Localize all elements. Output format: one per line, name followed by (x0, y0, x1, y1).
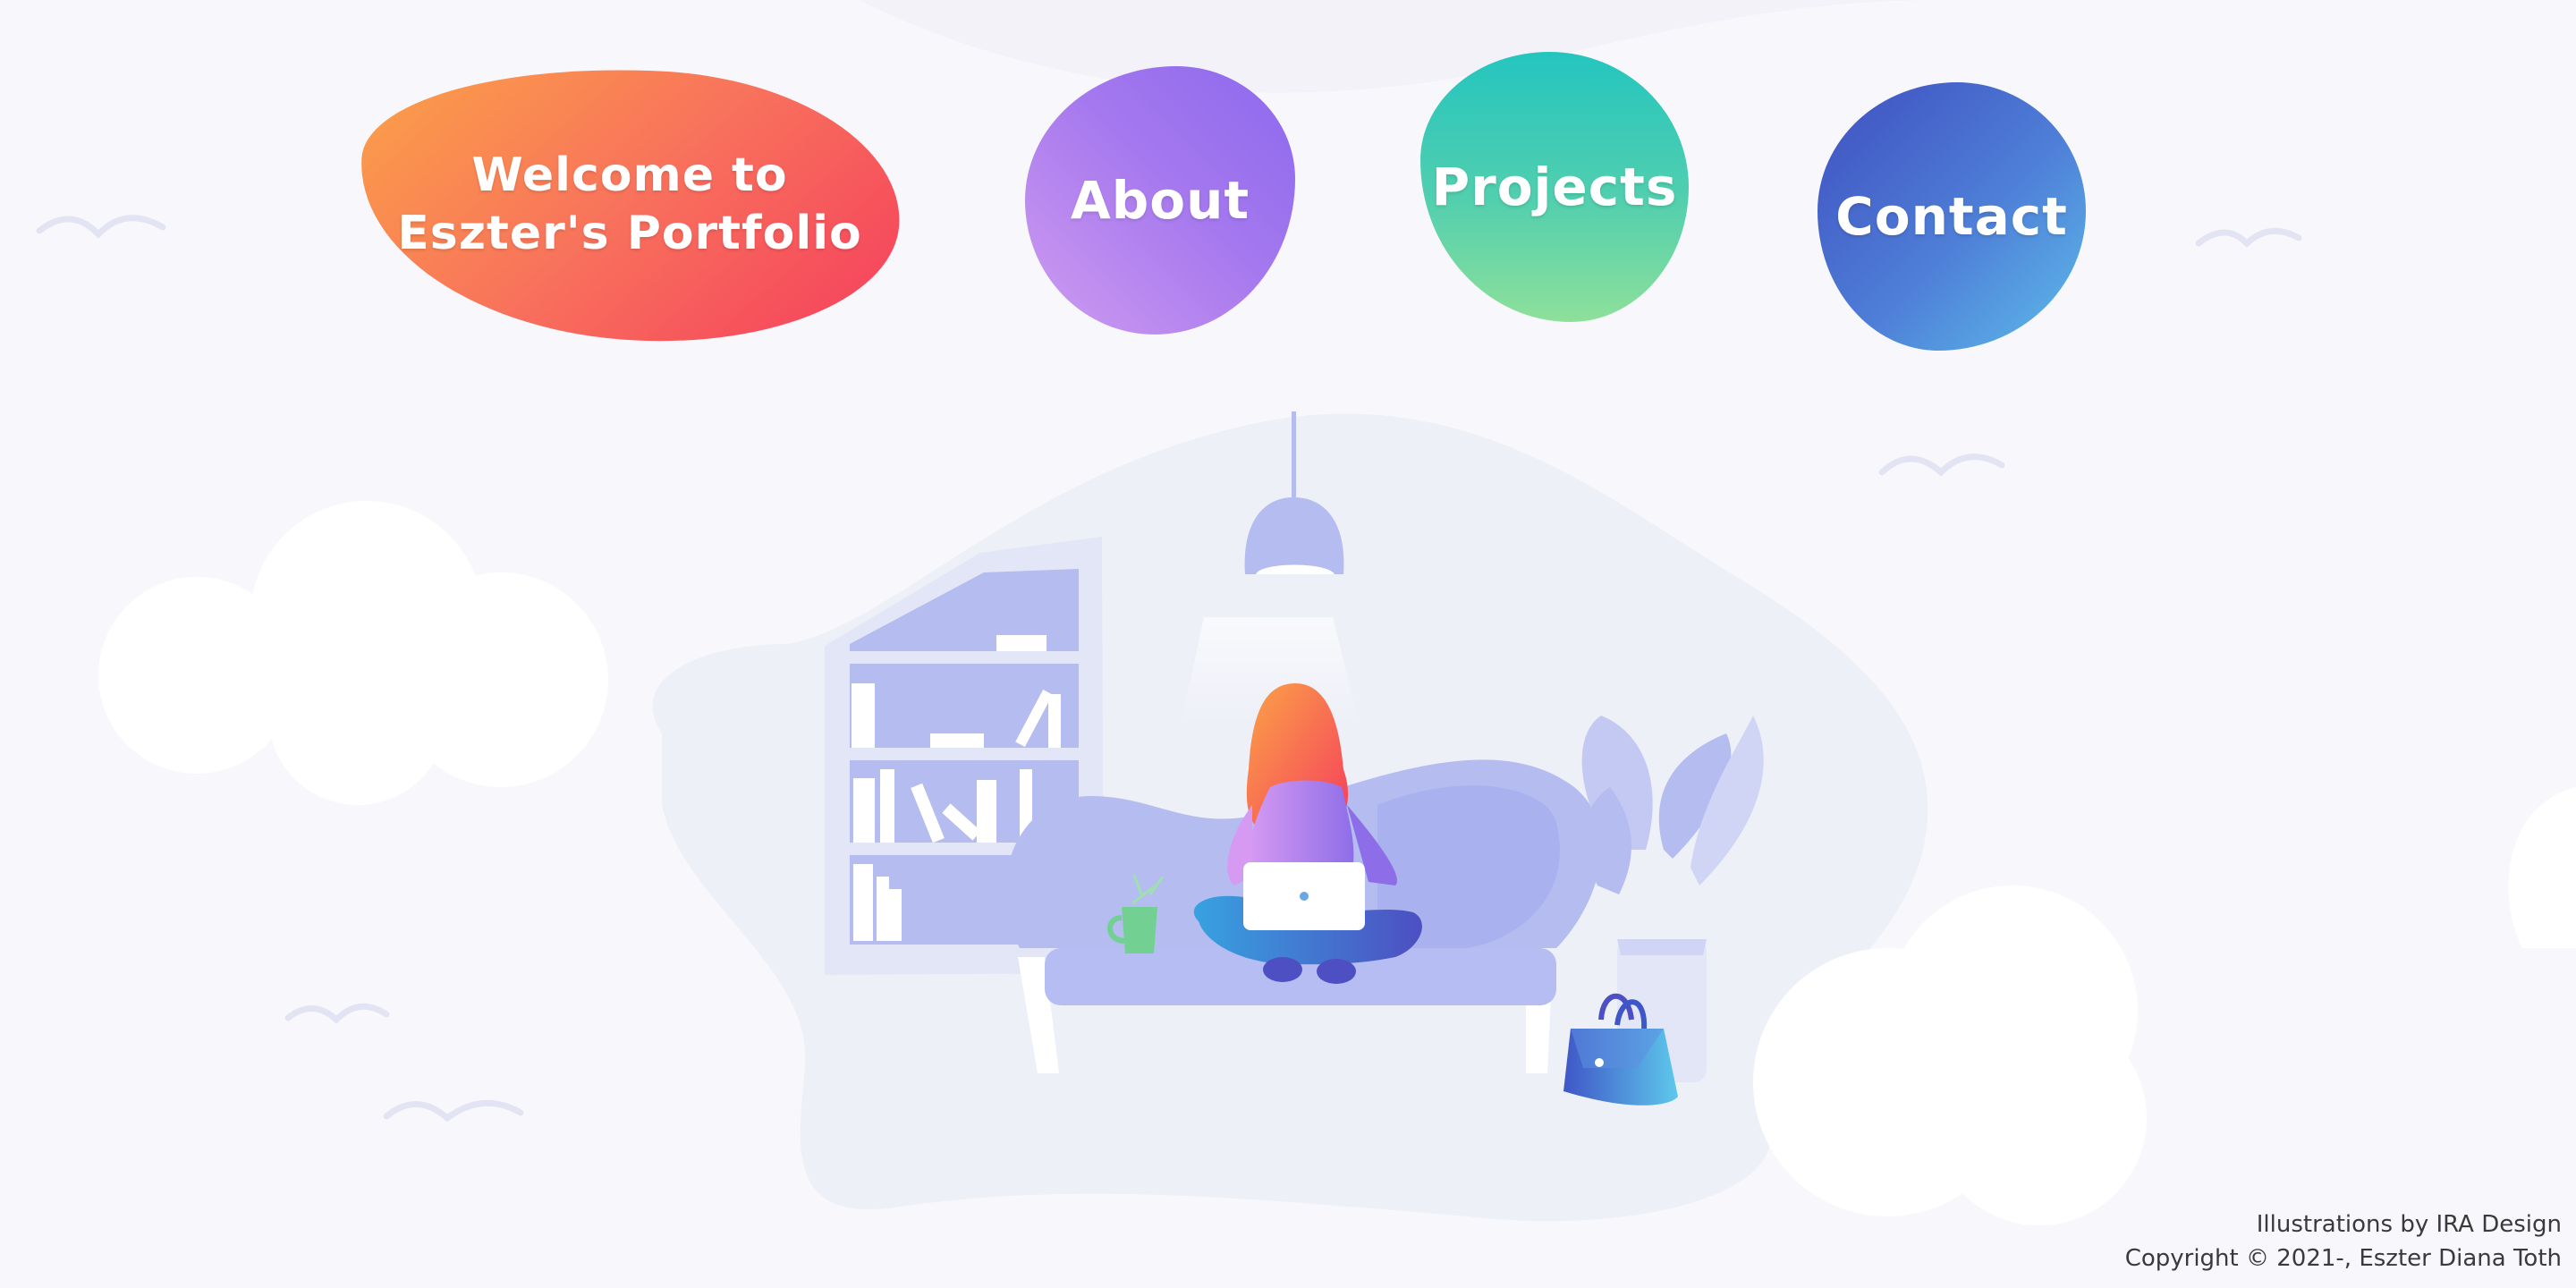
illustration-credit: Illustrations by IRA Design (2256, 1211, 2562, 1238)
copyright-text: Copyright © 2021-, Eszter Diana Toth (2124, 1245, 2562, 1272)
footer-credits: Illustrations by IRA Design Copyright © … (2125, 1208, 2562, 1275)
projects-label: Projects (1431, 156, 1678, 217)
cloud-left (98, 501, 608, 805)
hill-shape (859, 0, 1968, 93)
about-label: About (1070, 169, 1250, 231)
cloud-edge-right (2508, 787, 2576, 948)
welcome-label: Welcome to Eszter's Portfolio (397, 148, 862, 260)
contact-label: Contact (1835, 185, 2068, 247)
